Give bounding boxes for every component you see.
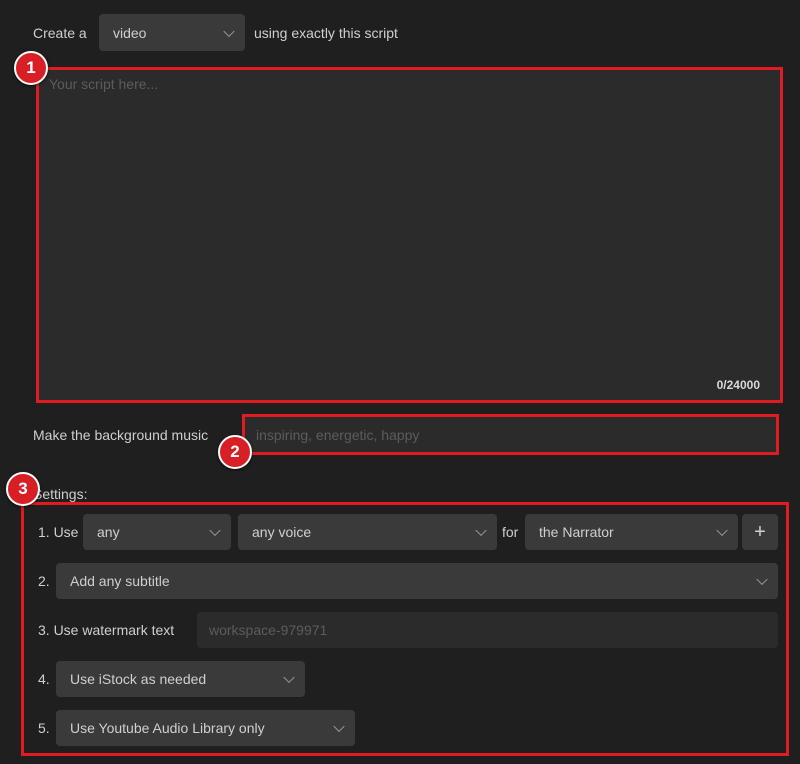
chevron-down-icon bbox=[223, 25, 235, 37]
annotation-badge-3: 3 bbox=[6, 472, 40, 506]
audio-library-value: Use Youtube Audio Library only bbox=[70, 720, 265, 736]
chevron-down-icon bbox=[716, 524, 728, 537]
voice-type-value: any bbox=[97, 524, 120, 540]
background-music-label: Make the background music bbox=[33, 427, 209, 443]
create-prefix-label: Create a bbox=[33, 25, 87, 41]
setting-3-label: 3. Use watermark text bbox=[38, 622, 175, 638]
media-type-value: video bbox=[113, 24, 147, 41]
character-counter: 0/24000 bbox=[716, 378, 760, 392]
subtitle-value: Add any subtitle bbox=[70, 573, 170, 589]
setting-1-label: 1. Use bbox=[38, 524, 79, 540]
stock-value: Use iStock as needed bbox=[70, 671, 207, 687]
chevron-down-icon bbox=[283, 671, 295, 684]
media-type-select[interactable]: video bbox=[99, 14, 245, 51]
background-music-input[interactable]: inspiring, energetic, happy bbox=[244, 416, 778, 453]
script-placeholder: Your script here... bbox=[49, 76, 159, 92]
audio-library-select[interactable]: Use Youtube Audio Library only bbox=[56, 710, 355, 746]
chevron-down-icon bbox=[756, 573, 768, 586]
chevron-down-icon bbox=[209, 524, 221, 537]
script-textarea[interactable]: Your script here... 0/24000 bbox=[36, 68, 782, 402]
stock-select[interactable]: Use iStock as needed bbox=[56, 661, 305, 697]
voice-select[interactable]: any voice bbox=[238, 514, 497, 550]
background-music-placeholder: inspiring, energetic, happy bbox=[256, 426, 420, 443]
voice-value: any voice bbox=[252, 524, 312, 540]
setting-4-label: 4. bbox=[38, 671, 50, 687]
annotation-badge-1: 1 bbox=[14, 51, 48, 85]
watermark-input[interactable]: workspace-979971 bbox=[197, 612, 778, 648]
create-suffix-label: using exactly this script bbox=[254, 25, 398, 41]
settings-title: Settings: bbox=[33, 486, 88, 502]
voice-type-select[interactable]: any bbox=[83, 514, 231, 550]
setting-5-label: 5. bbox=[38, 720, 50, 736]
subtitle-select[interactable]: Add any subtitle bbox=[56, 563, 778, 599]
annotation-badge-2: 2 bbox=[218, 435, 252, 469]
watermark-placeholder: workspace-979971 bbox=[209, 622, 328, 638]
for-label: for bbox=[502, 524, 519, 540]
role-value: the Narrator bbox=[539, 524, 614, 540]
plus-icon: + bbox=[754, 520, 766, 543]
add-voice-button[interactable]: + bbox=[742, 514, 778, 550]
role-select[interactable]: the Narrator bbox=[525, 514, 738, 550]
chevron-down-icon bbox=[333, 720, 345, 733]
chevron-down-icon bbox=[475, 524, 487, 537]
setting-2-label: 2. bbox=[38, 573, 50, 589]
